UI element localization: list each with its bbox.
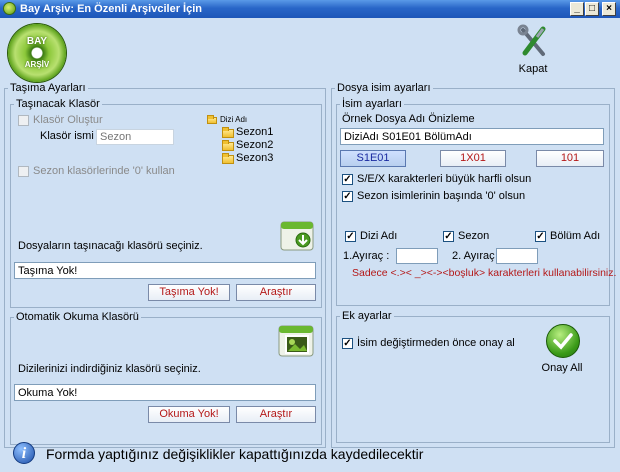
move-settings-legend: Taşıma Ayarları bbox=[10, 82, 86, 94]
preview-input[interactable] bbox=[340, 128, 604, 145]
format-1x01-button[interactable]: 1X01 bbox=[440, 150, 506, 167]
no-move-button[interactable]: Taşıma Yok! bbox=[148, 284, 230, 301]
read-path-input[interactable] bbox=[14, 384, 316, 401]
auto-read-group: Otomatik Okuma Klasörü bbox=[10, 311, 322, 445]
season-leading-zero-label: Sezon isimlerinin başında '0' olsun bbox=[357, 190, 526, 202]
no-read-button[interactable]: Okuma Yok! bbox=[148, 406, 230, 423]
bay-arsiv-logo: BAY ARŞİV bbox=[8, 24, 66, 82]
approve-all-button[interactable]: Onay All bbox=[536, 324, 588, 380]
folder-name-label: Klasör ismi : bbox=[40, 130, 100, 142]
window-title: Bay Arşiv: En Özenli Arşivciler İçin bbox=[20, 3, 202, 15]
browse-read-button[interactable]: Araştır bbox=[236, 406, 316, 423]
image-folder-icon bbox=[278, 325, 314, 357]
separator2-input[interactable] bbox=[496, 248, 538, 264]
uppercase-checkbox[interactable]: ✓ bbox=[342, 174, 353, 185]
separator-warning: Sadece <.>< _><-><boşluk> karakterleri k… bbox=[352, 267, 617, 279]
download-folder-icon bbox=[280, 221, 314, 251]
move-path-input[interactable] bbox=[14, 262, 316, 279]
season-zero-checkbox[interactable] bbox=[18, 166, 29, 177]
move-folder-hint: Dosyaların taşınacağı klasörü seçiniz. bbox=[18, 240, 203, 252]
folder-icon bbox=[222, 140, 234, 151]
folder-icon bbox=[222, 127, 234, 138]
format-s1e01-button[interactable]: S1E01 bbox=[340, 150, 406, 167]
separator1-label: 1.Ayıraç : bbox=[343, 250, 390, 262]
season-checkbox[interactable]: ✓ bbox=[443, 231, 454, 242]
show-name-checkbox[interactable]: ✓ bbox=[345, 231, 356, 242]
close-window-button[interactable]: × bbox=[602, 2, 616, 16]
tree-child-label: Sezon1 bbox=[236, 126, 274, 138]
cd-disc-icon bbox=[8, 24, 66, 82]
folder-icon bbox=[207, 115, 217, 124]
tools-icon bbox=[517, 24, 546, 56]
title-bar[interactable]: Bay Arşiv: En Özenli Arşivciler İçin _ □… bbox=[0, 0, 620, 18]
read-folder-hint: Dizilerinizi indirdiğiniz klasörü seçini… bbox=[18, 363, 201, 375]
tree-child-label: Sezon2 bbox=[236, 139, 274, 151]
logo-text-bottom: ARŞİV bbox=[24, 60, 50, 69]
folder-name-input[interactable] bbox=[96, 129, 174, 145]
episode-name-label: Bölüm Adı bbox=[550, 230, 601, 242]
episode-name-checkbox[interactable]: ✓ bbox=[535, 231, 546, 242]
minimize-button[interactable]: _ bbox=[570, 2, 584, 16]
season-leading-zero-checkbox[interactable]: ✓ bbox=[342, 191, 353, 202]
logo-text-top: BAY bbox=[26, 36, 48, 47]
season-label: Sezon bbox=[458, 230, 490, 242]
app-icon bbox=[3, 2, 16, 15]
preview-label: Örnek Dosya Adı Önizleme bbox=[342, 113, 475, 125]
show-name-label: Dizi Adı bbox=[360, 230, 398, 242]
separator1-input[interactable] bbox=[396, 248, 438, 264]
browse-move-button[interactable]: Araştır bbox=[236, 284, 316, 301]
create-folder-checkbox[interactable] bbox=[18, 115, 29, 126]
confirm-before-rename-label: İsim değiştirmeden önce onay al bbox=[357, 337, 515, 349]
main-form: BAY ARŞİV Kapat Taşıma Ayarları Taşınaca… bbox=[0, 18, 620, 472]
create-folder-label: Klasör Oluştur bbox=[33, 114, 103, 126]
file-name-settings-legend: Dosya isim ayarları bbox=[337, 82, 431, 94]
close-app-label: Kapat bbox=[518, 63, 548, 75]
auto-read-legend: Otomatik Okuma Klasörü bbox=[16, 311, 139, 323]
folder-icon bbox=[222, 153, 234, 164]
close-app-button[interactable]: Kapat bbox=[510, 24, 556, 80]
tree-root-label: Dizi Adı bbox=[220, 115, 248, 124]
uppercase-label: S/E/X karakterleri büyük harfli olsun bbox=[357, 173, 532, 185]
maximize-button[interactable]: □ bbox=[585, 2, 599, 16]
info-icon: i bbox=[13, 442, 35, 464]
separator2-label: 2. Ayıraç : bbox=[452, 250, 501, 262]
format-101-button[interactable]: 101 bbox=[536, 150, 604, 167]
status-message: Formda yaptığınız değişiklikler kapattığ… bbox=[46, 446, 424, 462]
target-folder-legend: Taşınacak Klasör bbox=[16, 98, 100, 110]
approve-all-label: Onay All bbox=[541, 362, 583, 374]
check-icon bbox=[546, 324, 580, 358]
season-zero-label: Sezon klasörlerinde '0' kullan bbox=[33, 165, 175, 177]
tree-child-label: Sezon3 bbox=[236, 152, 274, 164]
extra-settings-legend: Ek ayarlar bbox=[342, 310, 392, 322]
check-mark bbox=[553, 333, 573, 350]
name-settings-legend: İsim ayarları bbox=[342, 98, 402, 110]
confirm-before-rename-checkbox[interactable]: ✓ bbox=[342, 338, 353, 349]
